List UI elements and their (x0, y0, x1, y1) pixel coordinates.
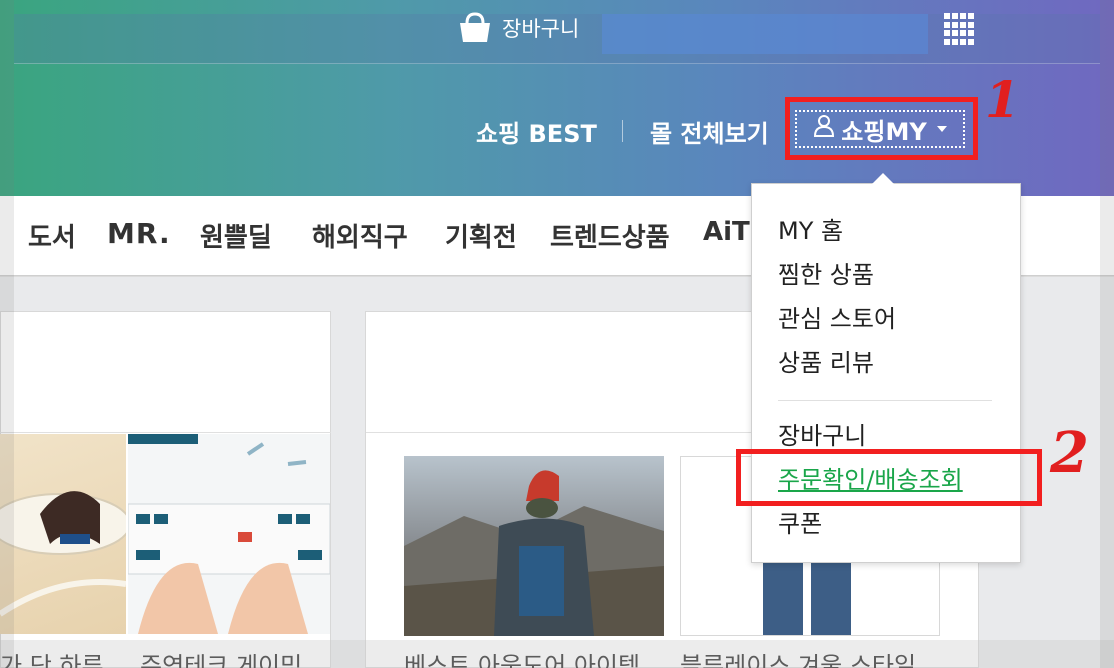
search-area-block[interactable] (602, 14, 928, 54)
category-item[interactable]: 원쁠딜 (200, 217, 272, 254)
category-item[interactable]: 해외직구 (312, 217, 408, 254)
annotation-step-1: 1 (985, 70, 1020, 129)
product-image-keyboard[interactable] (127, 434, 331, 634)
nav-shopping-best-label: 쇼핑 BEST (476, 119, 597, 148)
category-item[interactable]: 기획전 (445, 217, 517, 254)
dropdown-divider (778, 400, 992, 401)
annotation-step-2: 2 (1050, 420, 1089, 486)
nav-divider (622, 120, 623, 142)
shopping-my-button[interactable]: 쇼핑MY (795, 110, 965, 148)
nav-all-malls-label: 몰 전체보기 (650, 119, 769, 148)
top-cart-label: 장바구니 (502, 17, 580, 41)
top-cart-link[interactable]: 장바구니 (458, 10, 579, 46)
grid-apps-icon[interactable] (944, 13, 976, 45)
nav-all-malls[interactable]: 몰 전체보기 (650, 110, 769, 152)
caret-down-icon (936, 126, 947, 132)
right-dim-edge (1100, 0, 1114, 668)
dropdown-item-wishlist[interactable]: 찜한 상품 (778, 255, 874, 290)
screen-dim-overlay (0, 640, 1114, 668)
category-item[interactable]: 도서 (28, 217, 76, 254)
shopping-bag-icon (458, 12, 492, 44)
category-item[interactable]: 트렌드상품 (550, 217, 670, 254)
product-image-hiker[interactable] (404, 456, 664, 636)
dropdown-item-coupons[interactable]: 쿠폰 (778, 504, 822, 539)
left-dim-edge (0, 0, 14, 668)
category-item[interactable]: MR. (107, 217, 171, 250)
nav-shopping-best[interactable]: 쇼핑 BEST (476, 110, 597, 152)
person-icon (813, 114, 835, 144)
dropdown-pointer (872, 173, 894, 184)
dropdown-item-reviews[interactable]: 상품 리뷰 (778, 343, 874, 378)
dropdown-item-fav-stores[interactable]: 관심 스토어 (778, 299, 896, 334)
dropdown-item-order-tracking[interactable]: 주문확인/배송조회 (778, 460, 963, 495)
product-image-massager[interactable] (0, 434, 131, 634)
dropdown-item-my-home[interactable]: MY 홈 (778, 211, 843, 246)
shopping-my-label: 쇼핑MY (841, 117, 927, 146)
dropdown-item-cart[interactable]: 장바구니 (778, 416, 866, 451)
